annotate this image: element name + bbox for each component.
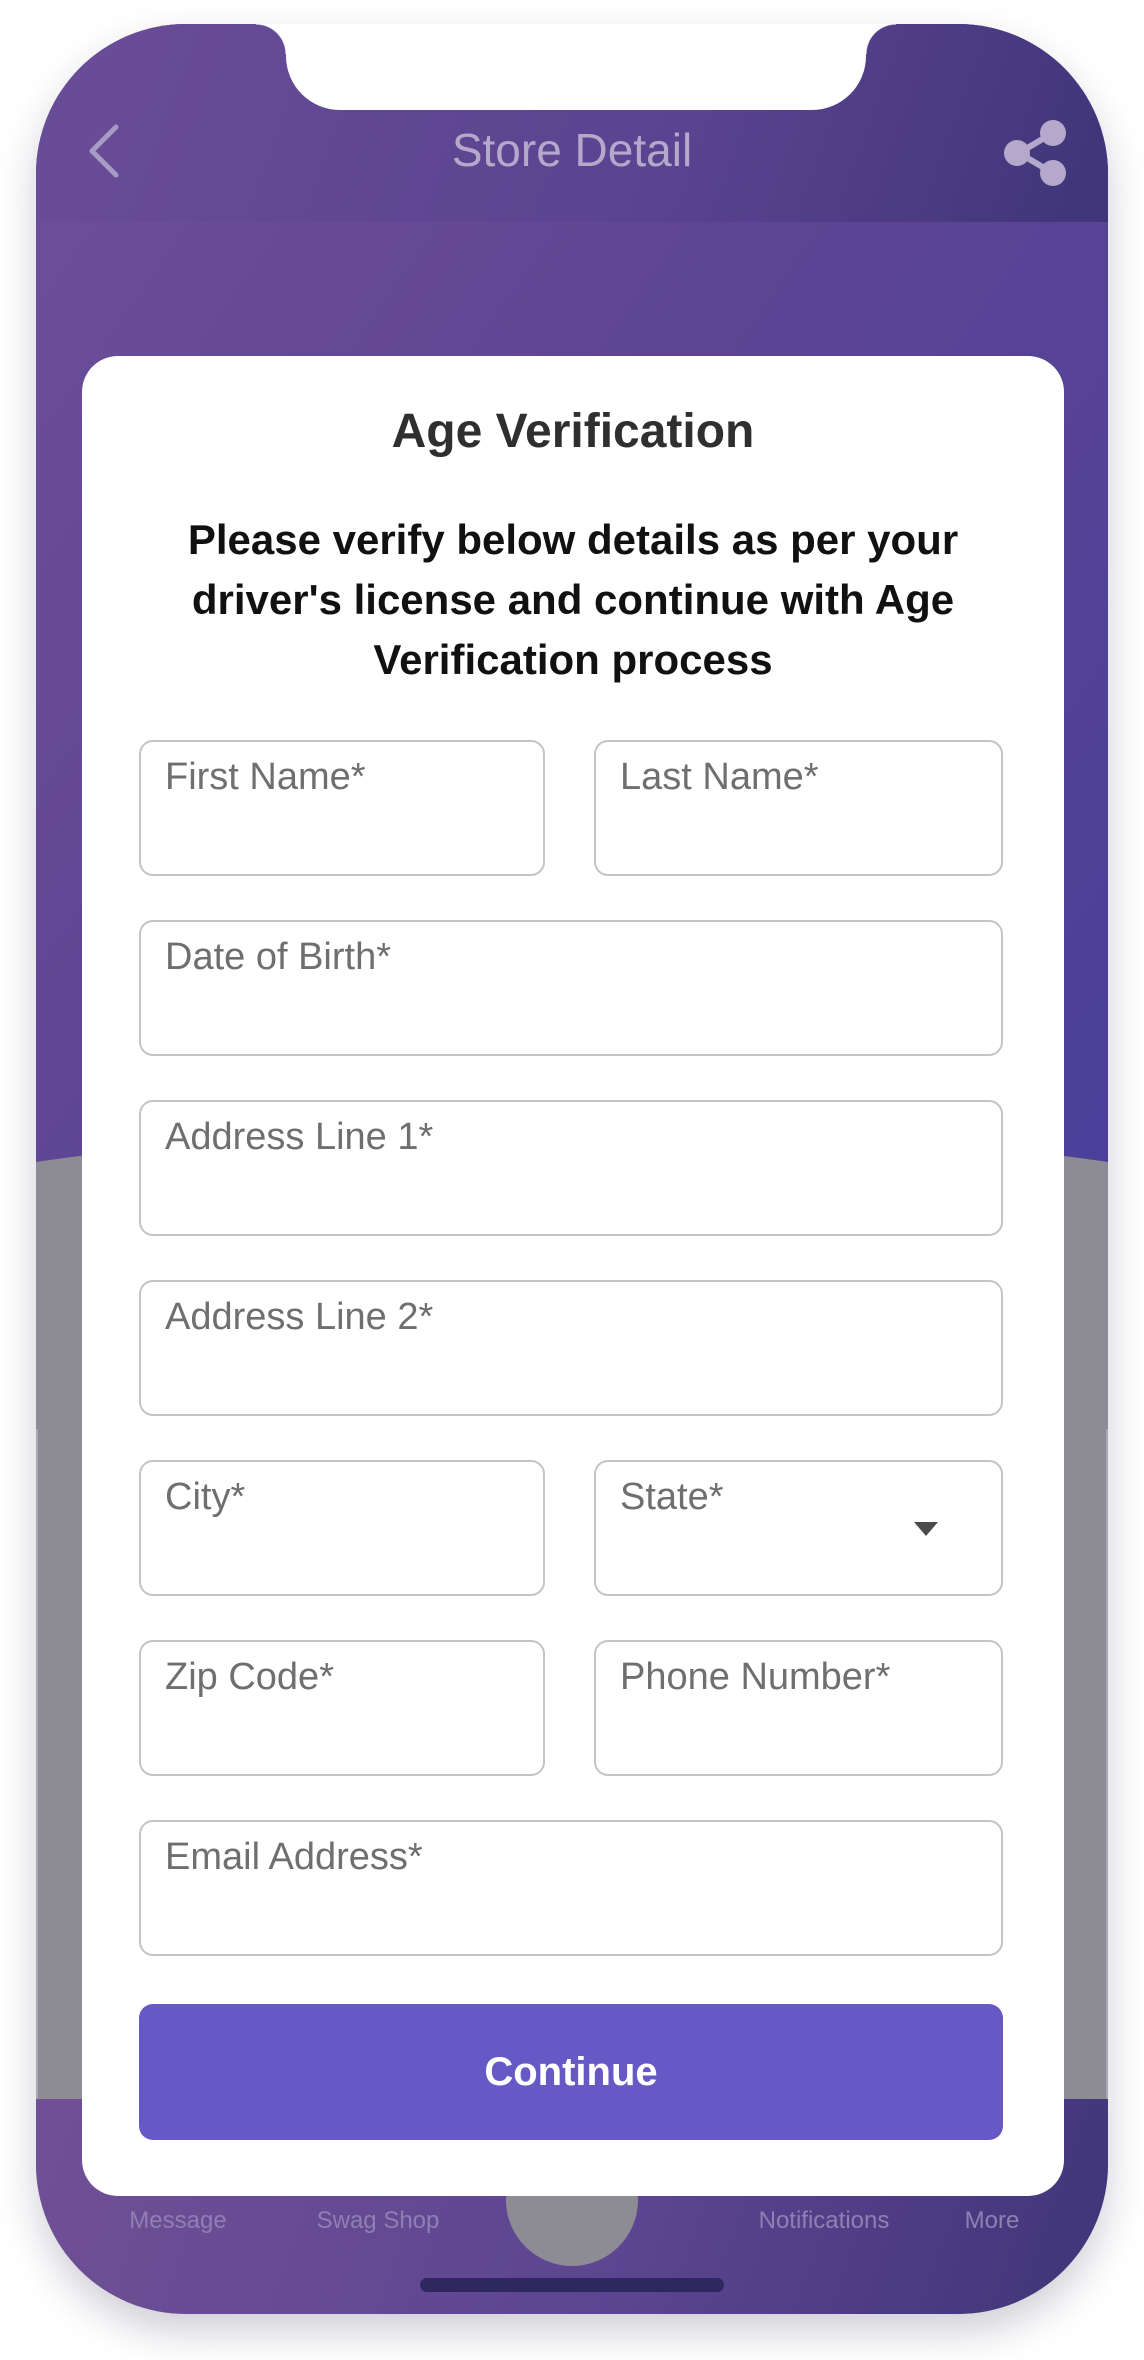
last-name-placeholder: Last Name* [620,756,819,798]
dropdown-arrow-icon [914,1522,938,1536]
zip-code-field[interactable]: Zip Code* [139,1640,545,1776]
city-field[interactable]: City* [139,1460,545,1596]
address-line-1-field[interactable]: Address Line 1* [139,1100,1003,1236]
address-line-2-placeholder: Address Line 2* [165,1296,434,1338]
zip-code-placeholder: Zip Code* [165,1656,334,1698]
modal-subtitle: Please verify below details as per your … [187,516,959,683]
page-title: Store Detail [451,124,693,176]
email-address-placeholder: Email Address* [165,1836,423,1878]
city-placeholder: City* [165,1476,246,1518]
home-indicator [420,2278,724,2292]
phone-number-field[interactable]: Phone Number* [594,1640,1003,1776]
continue-button[interactable]: Continue [139,2004,1003,2140]
chevron-left-icon [89,124,119,178]
nav-item-swag-shop[interactable]: Swag Shop [288,2206,468,2236]
email-address-field[interactable]: Email Address* [139,1820,1003,1956]
nav-item-notifications[interactable]: Notifications [724,2206,924,2236]
date-of-birth-placeholder: Date of Birth* [165,936,391,978]
first-name-placeholder: First Name* [165,756,366,798]
state-select[interactable]: State* [594,1460,1003,1596]
last-name-field[interactable]: Last Name* [594,740,1003,876]
modal-title: Age Verification [391,405,755,458]
nav-item-message[interactable]: Message [98,2206,258,2236]
nav-item-more[interactable]: More [932,2206,1052,2236]
share-icon [1004,120,1066,186]
address-line-2-field[interactable]: Address Line 2* [139,1280,1003,1416]
date-of-birth-field[interactable]: Date of Birth* [139,920,1003,1056]
address-line-1-placeholder: Address Line 1* [165,1116,434,1158]
phone-number-placeholder: Phone Number* [620,1656,891,1698]
share-button[interactable] [998,116,1072,190]
screen: Store Detail Message Swag Shop Notificat… [0,0,1144,2360]
back-button[interactable] [74,116,134,186]
device-notch [256,24,896,110]
first-name-field[interactable]: First Name* [139,740,545,876]
state-placeholder: State* [620,1476,724,1518]
